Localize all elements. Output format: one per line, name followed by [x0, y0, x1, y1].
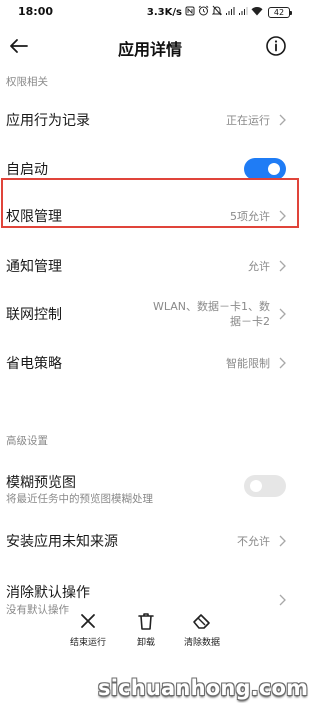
signal-icon-2: [238, 6, 248, 19]
page-title: 应用详情: [117, 40, 182, 59]
network-control-row[interactable]: 联网控制 WLAN、数据－卡1、数 据－卡2: [0, 290, 300, 338]
clear-data-button[interactable]: 清除数据: [172, 608, 232, 658]
network-speed: 3.3K/s: [146, 6, 182, 18]
autostart-row: 自启动: [0, 146, 300, 192]
chevron-right-icon: [279, 308, 286, 320]
mute-icon: [211, 5, 223, 19]
clear-defaults-label: 消除默认操作: [6, 585, 90, 601]
autostart-label: 自启动: [6, 162, 48, 178]
blur-preview-toggle[interactable]: [244, 475, 286, 497]
chevron-right-icon: [279, 114, 286, 126]
force-stop-button[interactable]: 结束运行: [58, 608, 118, 658]
status-bar: 18:00 3.3K/s 42: [0, 0, 300, 26]
permission-management-row[interactable]: 权限管理 5项允许: [0, 193, 300, 239]
wifi-icon: [251, 6, 263, 19]
notification-management-label: 通知管理: [6, 259, 62, 275]
chevron-right-icon: [279, 535, 286, 547]
bottom-action-bar: 结束运行 卸载 清除数据: [0, 608, 300, 658]
watermark: sichuanhong.com: [98, 676, 309, 700]
permission-management-value: 5项允许: [230, 210, 270, 223]
toggle-knob: [268, 163, 280, 175]
signal-icon: [225, 6, 235, 19]
trash-icon: [138, 613, 154, 630]
status-time: 18:00: [18, 5, 54, 18]
network-control-value: WLAN、数据－卡1、数 据－卡2: [130, 299, 270, 329]
network-control-value-line1: WLAN、数据－卡1、数: [152, 300, 270, 313]
behavior-record-label: 应用行为记录: [6, 113, 90, 129]
section-header-advanced: 高级设置: [6, 435, 48, 447]
force-stop-label: 结束运行: [69, 638, 106, 648]
info-icon: [266, 36, 286, 56]
blur-preview-subtitle: 将最近任务中的预览图模糊处理: [6, 493, 153, 505]
install-unknown-sources-value: 不允许: [237, 535, 270, 548]
autostart-toggle[interactable]: [244, 158, 286, 180]
permission-management-label: 权限管理: [6, 209, 62, 225]
behavior-record-row[interactable]: 应用行为记录 正在运行: [0, 97, 300, 143]
network-control-label: 联网控制: [6, 307, 62, 323]
chevron-right-icon: [279, 594, 286, 606]
power-strategy-row[interactable]: 省电策略 智能限制: [0, 340, 300, 386]
power-strategy-label: 省电策略: [6, 356, 62, 372]
blur-preview-label: 模糊预览图: [6, 475, 76, 491]
alarm-icon: [198, 5, 209, 19]
behavior-record-value: 正在运行: [226, 114, 270, 127]
uninstall-button[interactable]: 卸载: [116, 608, 176, 658]
close-icon: [81, 614, 95, 628]
network-control-value-line2: 据－卡2: [230, 315, 270, 328]
power-strategy-value: 智能限制: [226, 357, 270, 370]
uninstall-label: 卸载: [136, 638, 155, 648]
nfc-icon: [185, 6, 195, 19]
toggle-knob: [250, 480, 262, 492]
eraser-icon: [193, 614, 210, 629]
blur-preview-row: 模糊预览图 将最近任务中的预览图模糊处理: [0, 462, 300, 510]
chevron-right-icon: [279, 357, 286, 369]
battery-indicator: 42: [268, 6, 292, 18]
info-button[interactable]: [264, 34, 288, 58]
install-unknown-sources-row[interactable]: 安装应用未知来源 不允许: [0, 518, 300, 564]
install-unknown-sources-label: 安装应用未知来源: [6, 534, 118, 550]
section-header-permissions: 权限相关: [6, 76, 48, 88]
notification-management-value: 允许: [248, 260, 270, 273]
chevron-right-icon: [279, 260, 286, 272]
clear-data-label: 清除数据: [183, 638, 220, 648]
notification-management-row[interactable]: 通知管理 允许: [0, 243, 300, 289]
chevron-right-icon: [279, 210, 286, 222]
status-indicators: 3.3K/s 42: [146, 5, 292, 19]
app-header: 应用详情: [0, 26, 300, 66]
